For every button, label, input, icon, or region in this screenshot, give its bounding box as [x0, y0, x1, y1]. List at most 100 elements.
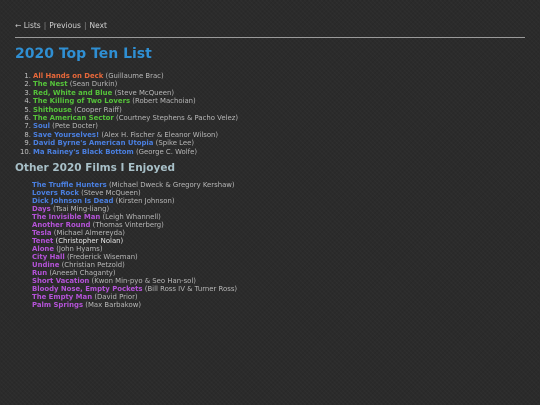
- list-item: Tenet (Christopher Nolan): [32, 237, 237, 245]
- director-text: (Steve McQueen): [114, 88, 175, 97]
- nav-separator: |: [83, 21, 87, 30]
- film-title-link[interactable]: Ma Rainey's Black Bottom: [33, 148, 134, 156]
- rank-number: 8.: [24, 130, 31, 139]
- list-item: Bloody Nose, Empty Pockets (Bill Ross IV…: [32, 285, 237, 293]
- page: ← Lists | Previous | Next 2020 Top Ten List …: [0, 0, 540, 405]
- list-item: Short Vacation (Kwon Min-pyo & Seo Han-s…: [32, 277, 237, 285]
- rank-number: 3.: [24, 88, 31, 97]
- list-item: The Empty Man (David Prior): [32, 293, 237, 301]
- director-text: (Tsai Ming-liang): [52, 205, 110, 213]
- film-title-link[interactable]: Run: [32, 269, 47, 277]
- film-title-link[interactable]: The Empty Man: [32, 293, 92, 301]
- list-item: Another Round (Thomas Vinterberg): [32, 221, 237, 229]
- film-title-link[interactable]: Days: [32, 205, 51, 213]
- list-item: Days (Tsai Ming-liang): [32, 205, 237, 213]
- director-text: (Pete Docter): [52, 122, 98, 131]
- director-text: (Robert Machoian): [132, 97, 196, 106]
- director-text: (Spike Lee): [155, 139, 195, 148]
- list-item: 10. Ma Rainey's Black Bottom (George C. W…: [20, 148, 238, 156]
- film-title-link[interactable]: David Byrne's American Utopia: [33, 139, 153, 147]
- director-text: (Alex H. Fischer & Eleanor Wilson): [101, 130, 219, 139]
- director-text: (Thomas Vinterberg): [92, 221, 164, 229]
- page-title: 2020 Top Ten List: [15, 46, 152, 62]
- director-text: (Michael Dweck & Gregory Kershaw): [108, 181, 235, 189]
- director-text: (Sean Durkin): [69, 80, 118, 89]
- film-title-link[interactable]: Shithouse: [33, 106, 72, 114]
- director-text: (George C. Wolfe): [135, 147, 198, 156]
- list-item: Palm Springs (Max Barbakow): [32, 301, 237, 309]
- list-item: Alone (John Hyams): [32, 245, 237, 253]
- list-item: The Truffle Hunters (Michael Dweck & Gre…: [32, 181, 237, 189]
- director-text: (Guillaume Brac): [105, 72, 164, 80]
- film-title-link[interactable]: All Hands on Deck: [33, 72, 103, 80]
- list-item: 7. Soul (Pete Docter): [20, 122, 238, 130]
- director-text: (Kwon Min-pyo & Seo Han-sol): [91, 277, 196, 285]
- film-title-link[interactable]: The Truffle Hunters: [32, 181, 107, 189]
- director-text: (John Hyams): [56, 245, 103, 253]
- list-item: 1. All Hands on Deck (Guillaume Brac): [20, 72, 238, 80]
- lists-link[interactable]: Lists: [24, 21, 41, 30]
- director-text: (Max Barbakow): [85, 301, 142, 309]
- list-item: Dick Johnson Is Dead (Kirsten Johnson): [32, 197, 237, 205]
- film-title-link[interactable]: Bloody Nose, Empty Pockets: [32, 285, 143, 293]
- film-title-link[interactable]: Lovers Rock: [32, 189, 79, 197]
- list-item: City Hall (Frederick Wiseman): [32, 253, 237, 261]
- director-text: (Cooper Raiff): [74, 105, 122, 114]
- director-text: (Bill Ross IV & Turner Ross): [144, 285, 238, 293]
- film-title-link[interactable]: The American Sector: [33, 114, 114, 122]
- film-title-link[interactable]: Another Round: [32, 221, 90, 229]
- film-title-link[interactable]: Soul: [33, 122, 50, 130]
- film-title-link[interactable]: The Killing of Two Lovers: [33, 97, 130, 105]
- director-text: (Steve McQueen): [81, 189, 141, 197]
- rank-number: 6.: [24, 114, 31, 123]
- other-films-list: The Truffle Hunters (Michael Dweck & Gre…: [32, 181, 237, 309]
- rank-number: 1.: [24, 72, 31, 80]
- next-link[interactable]: Next: [89, 21, 106, 30]
- film-title-link[interactable]: Red, White and Blue: [33, 89, 112, 97]
- director-text: (Christopher Nolan): [55, 237, 124, 245]
- rank-number: 5.: [24, 105, 31, 114]
- list-item: 6. The American Sector (Courtney Stephens…: [20, 114, 238, 122]
- other-films-heading: Other 2020 Films I Enjoyed: [15, 162, 175, 174]
- director-text: (Leigh Whannell): [102, 213, 161, 221]
- list-item: 4. The Killing of Two Lovers (Robert Mach…: [20, 97, 238, 105]
- film-title-link[interactable]: Palm Springs: [32, 301, 83, 309]
- film-title-link[interactable]: Save Yourselves!: [33, 131, 99, 139]
- film-title-link[interactable]: Undine: [32, 261, 59, 269]
- director-text: (Aneesh Chaganty): [49, 269, 116, 277]
- film-title-link[interactable]: Tenet: [32, 237, 53, 245]
- nav-separator: |: [43, 21, 47, 30]
- back-arrow-icon: ←: [15, 21, 22, 30]
- film-title-link[interactable]: Dick Johnson Is Dead: [32, 197, 113, 205]
- director-text: (Kirsten Johnson): [115, 197, 175, 205]
- nav-bar: ← Lists | Previous | Next: [15, 21, 107, 30]
- director-text: (Christian Petzold): [61, 261, 125, 269]
- list-item: Lovers Rock (Steve McQueen): [32, 189, 237, 197]
- divider: [15, 37, 525, 38]
- film-title-link[interactable]: The Nest: [33, 80, 68, 88]
- film-title-link[interactable]: Tesla: [32, 229, 52, 237]
- previous-link[interactable]: Previous: [49, 21, 81, 30]
- director-text: (David Prior): [94, 293, 138, 301]
- film-title-link[interactable]: Alone: [32, 245, 54, 253]
- film-title-link[interactable]: Short Vacation: [32, 277, 89, 285]
- list-item: Tesla (Michael Almereyda): [32, 229, 237, 237]
- list-item: The Invisible Man (Leigh Whannell): [32, 213, 237, 221]
- list-item: Run (Aneesh Chaganty): [32, 269, 237, 277]
- film-title-link[interactable]: The Invisible Man: [32, 213, 100, 221]
- list-item: 5. Shithouse (Cooper Raiff): [20, 106, 238, 114]
- list-item: 8. Save Yourselves! (Alex H. Fischer & El…: [20, 131, 238, 139]
- film-title-link[interactable]: City Hall: [32, 253, 65, 261]
- top-ten-list: 1. All Hands on Deck (Guillaume Brac) 2. Th…: [20, 72, 238, 156]
- director-text: (Courtney Stephens & Pacho Velez): [116, 114, 239, 123]
- list-item: 3. Red, White and Blue (Steve McQueen): [20, 89, 238, 97]
- rank-number: 4.: [24, 97, 31, 106]
- director-text: (Frederick Wiseman): [66, 253, 138, 261]
- rank-number: 2.: [24, 80, 31, 89]
- list-item: Undine (Christian Petzold): [32, 261, 237, 269]
- rank-number: 9.: [24, 139, 31, 148]
- director-text: (Michael Almereyda): [53, 229, 125, 237]
- list-item: 9. David Byrne's American Utopia (Spike L…: [20, 139, 238, 147]
- list-item: 2. The Nest (Sean Durkin): [20, 80, 238, 88]
- rank-number: 7.: [24, 122, 31, 131]
